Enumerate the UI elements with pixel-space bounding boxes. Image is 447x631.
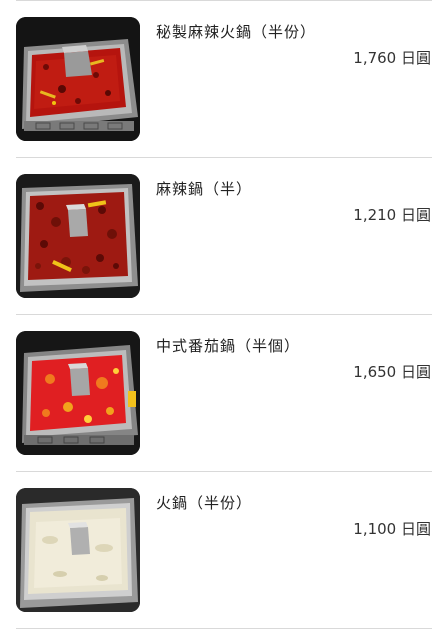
menu-item-name: 秘製麻辣火鍋（半份） [156, 23, 317, 41]
menu-list: 秘製麻辣火鍋（半份） 1,760 日圓 麻辣鍋（半） 1,210 日圓 中式番茄… [0, 0, 447, 631]
divider [16, 628, 432, 629]
menu-item[interactable]: 中式番茄鍋（半個） 1,650 日圓 [0, 315, 447, 455]
menu-item-name: 麻辣鍋（半） [156, 180, 253, 198]
menu-item-price: 1,760 日圓 [353, 49, 431, 67]
menu-item-name: 火鍋（半份） [156, 494, 253, 512]
menu-item-price: 1,100 日圓 [353, 520, 431, 538]
menu-item-price: 1,210 日圓 [353, 206, 431, 224]
mala-hotpot-photo[interactable] [16, 174, 140, 298]
clear-broth-hotpot-photo[interactable] [16, 488, 140, 612]
menu-item[interactable]: 麻辣鍋（半） 1,210 日圓 [0, 158, 447, 298]
menu-item-price: 1,650 日圓 [353, 363, 431, 381]
menu-item[interactable]: 火鍋（半份） 1,100 日圓 [0, 472, 447, 612]
spicy-hotpot-photo[interactable] [16, 17, 140, 141]
tomato-hotpot-photo[interactable] [16, 331, 140, 455]
menu-item-name: 中式番茄鍋（半個） [156, 337, 301, 355]
menu-item[interactable]: 秘製麻辣火鍋（半份） 1,760 日圓 [0, 1, 447, 141]
